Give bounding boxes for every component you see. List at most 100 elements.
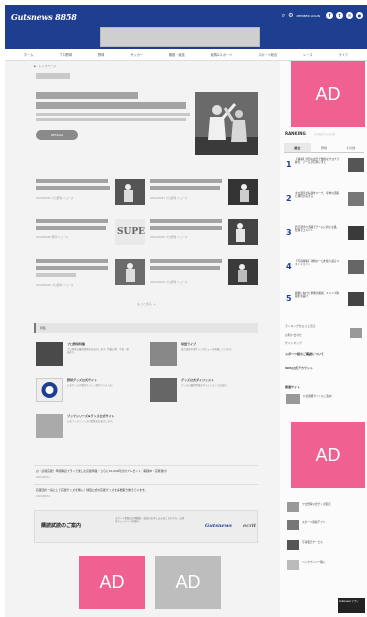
rank-thumbnail[interactable] <box>348 192 364 206</box>
related-site-thumbnail[interactable] <box>286 394 300 404</box>
rank-headline[interactable]: 主力選手が好調をキープ、今季の活躍に期待が高まる <box>295 192 341 199</box>
feature-thumbnail[interactable] <box>36 378 63 402</box>
breadcrumb: ▶ トップページ <box>34 64 56 68</box>
sns-accounts-heading: SNS公式アカウント <box>285 366 313 370</box>
ad-banner-sidebar-top[interactable]: AD <box>291 61 365 127</box>
related-site-link[interactable]: スポーツ情報アプリ <box>302 521 357 524</box>
header-banner-slot[interactable] <box>100 27 260 47</box>
search-icon[interactable]: ⌕ <box>282 12 285 19</box>
nav-item-fighting[interactable]: 格闘・競技 <box>169 52 185 57</box>
rank-number: 3 <box>286 228 292 237</box>
nav-item-baseball[interactable]: 野球 <box>98 52 104 57</box>
related-site-thumbnail[interactable] <box>287 560 299 570</box>
feature-title[interactable]: プロ野球特集 <box>67 342 85 346</box>
breadcrumb-home[interactable]: トップページ <box>38 64 56 68</box>
rank-thumbnail[interactable] <box>348 158 364 172</box>
sidebar-thumbnail[interactable] <box>350 328 362 338</box>
ad-banner-sidebar-middle[interactable]: AD <box>291 422 365 488</box>
more-articles-link[interactable]: もっと見る ＋ <box>137 302 156 306</box>
article-title-line[interactable] <box>36 226 106 230</box>
facebook-icon[interactable]: f <box>326 12 333 19</box>
feature-title[interactable]: 野球グッズ公式サイト <box>67 378 97 382</box>
app-banner[interactable]: Gutsnews アプリ <box>338 598 365 613</box>
feature-title[interactable]: グッズ公式ダイジェスト <box>181 378 214 382</box>
feature-thumbnail[interactable] <box>150 342 177 366</box>
article-title-line[interactable] <box>36 273 76 277</box>
hero-title-line[interactable] <box>36 92 138 99</box>
contact-link[interactable]: お問い合わせ <box>285 333 302 337</box>
subscription-notice[interactable]: スポーツ紙のご購読について <box>285 352 324 356</box>
related-site-thumbnail[interactable] <box>287 540 299 550</box>
rank-headline[interactable]: 開幕に向けた準備が順調、キャンプ情報をお届け <box>295 292 341 299</box>
feature-title[interactable]: 球団ライブ <box>181 342 196 346</box>
related-site-thumbnail[interactable] <box>287 502 299 512</box>
rank-headline[interactable]: 【写真特集】熱戦の一日を振り返るベストショット <box>295 260 341 267</box>
article-meta: 2022/08/30 プロ野球 ニュース <box>150 236 188 239</box>
article-thumbnail[interactable] <box>115 179 145 205</box>
rank-number: 4 <box>286 262 292 271</box>
nav-item-pro-baseball[interactable]: プロ野球 <box>59 52 72 57</box>
feature-title[interactable]: ブックシリーズ&グッズ公式サイト <box>67 414 114 418</box>
ranking-more-link[interactable]: ランキングをもっと見る <box>285 324 316 328</box>
breadcrumb-arrow-icon: ▶ <box>34 64 37 68</box>
article-title-line[interactable] <box>36 266 108 270</box>
tab-overall[interactable]: 総合 <box>284 143 311 152</box>
related-site-link[interactable]: バックナンバー購入 <box>302 561 357 564</box>
rank-thumbnail[interactable] <box>348 260 364 274</box>
article-title-line[interactable] <box>150 186 220 190</box>
twitter-icon[interactable]: t <box>336 12 343 19</box>
news-item-link[interactable]: お・読者応援！年間購読プランで楽しむ応援特集・さらに10,000円分のプレゼント… <box>36 469 256 473</box>
subscription-promo[interactable]: 購読試読のご案内 スポーツ新聞の定期購読・試読のお申し込みはこちらから。お得なキ… <box>34 510 258 543</box>
feature-thumbnail[interactable] <box>36 342 63 366</box>
rank-thumbnail[interactable] <box>348 226 364 240</box>
article-title-line[interactable] <box>36 186 110 190</box>
gear-icon[interactable]: ⚙ <box>288 12 293 19</box>
nav-item-racing[interactable]: 競馬&スポーツ <box>211 52 233 57</box>
nav-item-life[interactable]: ライフ <box>338 52 348 57</box>
nav-item-sports[interactable]: スポーツ総合 <box>258 52 277 57</box>
nav-item-soccer[interactable]: サッカー <box>130 52 143 57</box>
news-item-link[interactable]: 応援団の一員として応援グッズを購入！球団公式の応援グッズを多数取り揃えています。 <box>36 488 256 492</box>
ad-banner-bottom-left[interactable]: AD <box>79 556 145 609</box>
rank-headline[interactable]: 【速報】注目の試合で劇的なサヨナラ勝ち、チームが首位に浮上 <box>295 158 341 165</box>
user-icon[interactable]: ● <box>356 12 363 19</box>
nav-item-home[interactable]: ホーム <box>24 52 33 57</box>
tab-baseball[interactable]: 野球 <box>311 143 338 152</box>
article-title-line[interactable] <box>150 226 222 230</box>
feature-thumbnail[interactable] <box>36 414 63 438</box>
hero-details-button[interactable]: DETAILS <box>36 130 78 140</box>
article-thumbnail[interactable] <box>115 259 145 285</box>
article-title-line[interactable] <box>150 259 222 263</box>
hero-photo[interactable] <box>195 92 258 155</box>
news-divider <box>34 484 258 485</box>
ad-banner-bottom-right[interactable]: AD <box>155 556 221 609</box>
promo-logo: Gutsnews <box>205 523 232 529</box>
article-thumbnail[interactable] <box>228 219 258 245</box>
article-title-line[interactable] <box>36 219 108 223</box>
nav-item-race[interactable]: レース <box>303 52 312 57</box>
article-title-line[interactable] <box>36 179 108 183</box>
rank-thumbnail[interactable] <box>348 292 364 306</box>
article-thumbnail[interactable] <box>228 179 258 205</box>
hero-title-line[interactable] <box>36 102 186 109</box>
feature-thumbnail[interactable] <box>150 378 177 402</box>
article-title-line[interactable] <box>150 266 220 270</box>
site-logo[interactable]: Gutsnews 8858 <box>11 12 77 22</box>
article-title-line[interactable] <box>36 259 108 263</box>
sitemap-link[interactable]: サイトマップ <box>285 341 302 345</box>
tab-other[interactable]: その他 <box>337 143 364 152</box>
related-site-link[interactable]: プロ野球公式グッズ販売 <box>302 503 357 506</box>
related-site-link[interactable]: 写真販売サービス <box>302 541 357 544</box>
article-thumbnail[interactable]: SUPERS <box>115 219 145 245</box>
related-site-link[interactable]: 公式通販サイトのご案内 <box>303 395 358 398</box>
article-title-line[interactable] <box>150 179 222 183</box>
mail-icon[interactable]: ✉ <box>346 12 353 19</box>
ranking-tabs: 総合 野球 その他 <box>284 143 364 153</box>
article-thumbnail[interactable] <box>228 259 258 285</box>
rank-headline[interactable]: 若手選手の活躍でチームに新たな風、監督もコメント <box>295 226 341 233</box>
ranking-title: RANKING <box>285 131 306 136</box>
article-title-line[interactable] <box>150 219 222 223</box>
related-site-thumbnail[interactable] <box>287 520 299 530</box>
member-login-link[interactable]: MEMBER LOGIN <box>297 14 320 18</box>
rank-number: 1 <box>286 160 292 169</box>
